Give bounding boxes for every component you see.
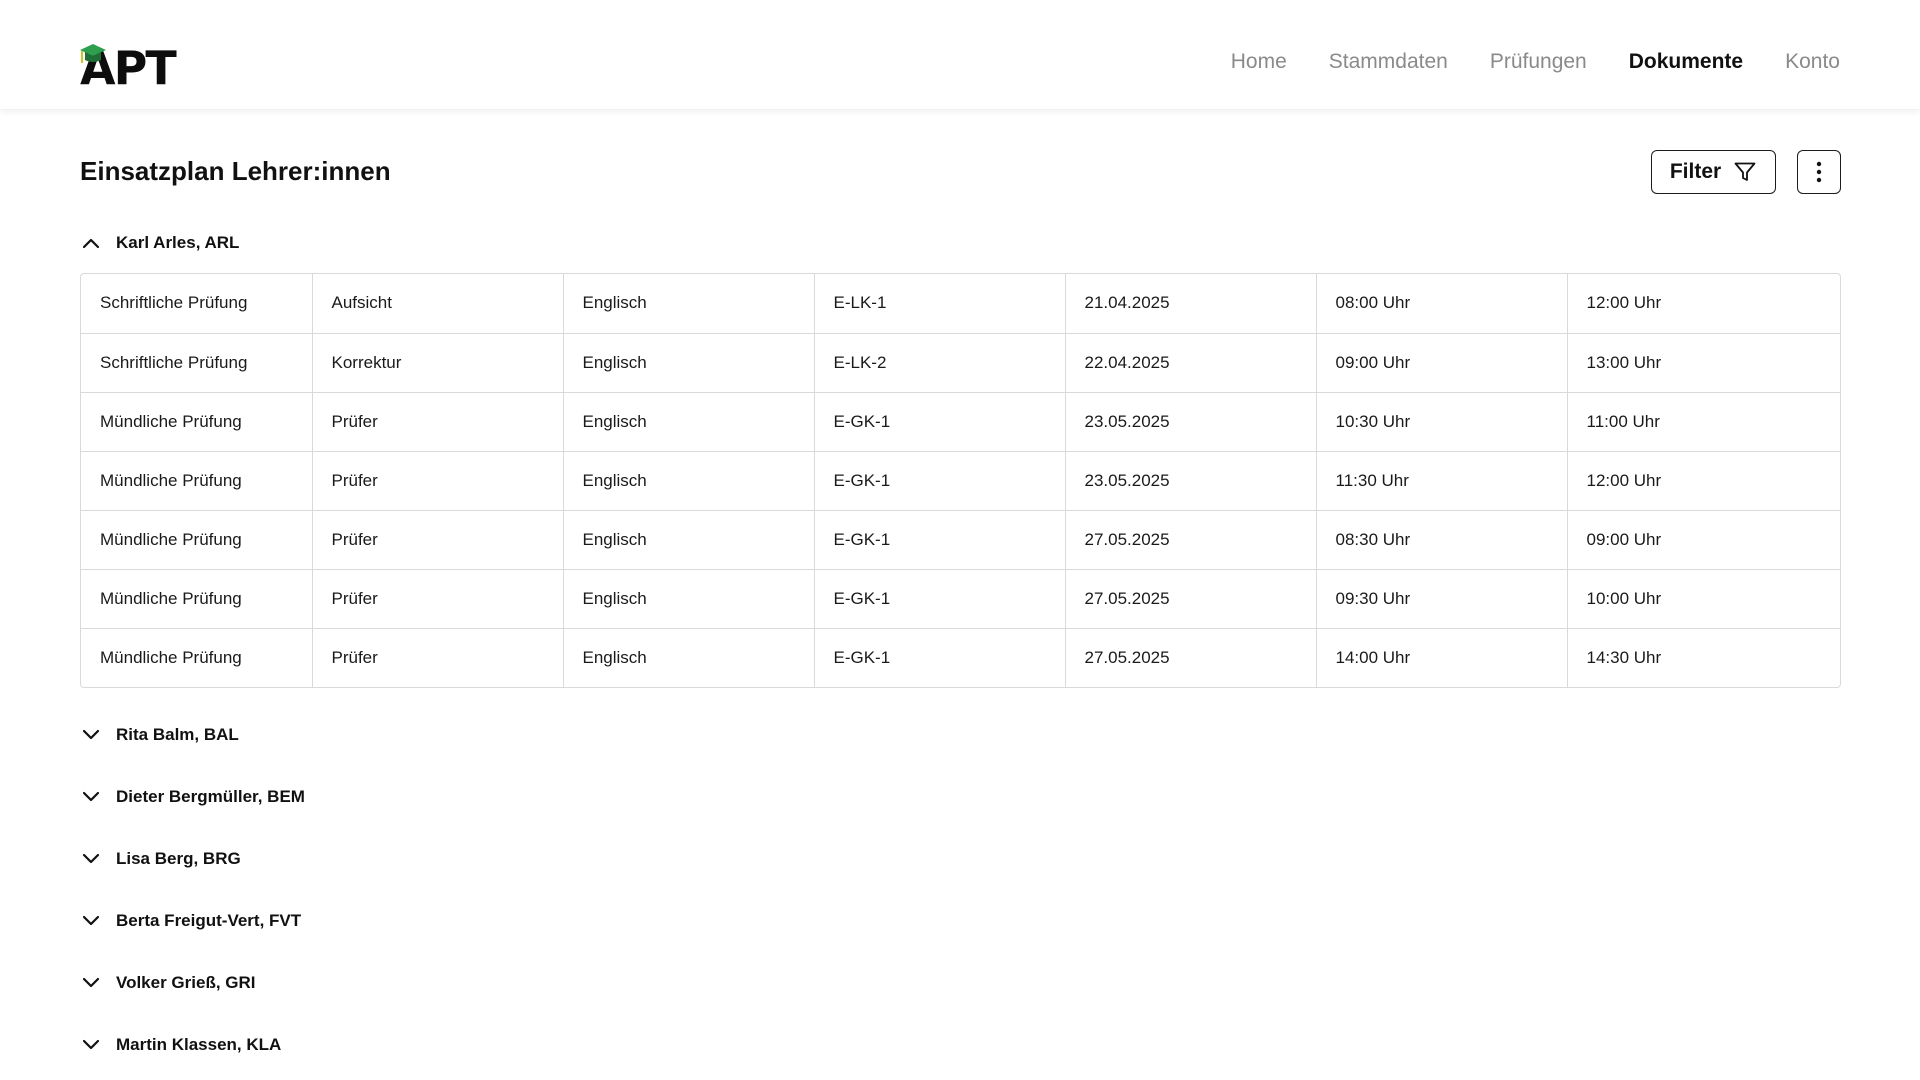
cell-exam-type: Schriftliche Prüfung [81, 333, 313, 393]
assignment-table: Schriftliche Prüfung Aufsicht Englisch E… [80, 273, 1841, 688]
group-label: Karl Arles, ARL [116, 233, 240, 252]
cell-date: 22.04.2025 [1065, 333, 1317, 393]
cell-role: Aufsicht [312, 274, 564, 334]
chevron-down-icon [80, 910, 102, 932]
cell-course: E-GK-1 [814, 569, 1066, 629]
group-header[interactable]: Dieter Bergmüller, BEM [80, 782, 305, 812]
more-vertical-icon [1816, 161, 1822, 183]
cell-subject: Englisch [563, 628, 815, 687]
app-header: APT Home Stammdaten Prüfungen Dokumente … [0, 0, 1920, 110]
cell-subject: Englisch [563, 274, 815, 334]
cell-subject: Englisch [563, 451, 815, 511]
table-row[interactable]: Mündliche Prüfung Prüfer Englisch E-GK-1… [81, 510, 1840, 570]
table-row[interactable]: Mündliche Prüfung Prüfer Englisch E-GK-1… [81, 451, 1840, 511]
cell-subject: Englisch [563, 569, 815, 629]
cell-course: E-GK-1 [814, 628, 1066, 687]
cell-start-time: 10:30 Uhr [1316, 392, 1568, 452]
cell-role: Prüfer [312, 392, 564, 452]
cell-end-time: 09:00 Uhr [1567, 510, 1840, 570]
cell-role: Korrektur [312, 333, 564, 393]
table-row[interactable]: Schriftliche Prüfung Aufsicht Englisch E… [81, 274, 1840, 334]
group-header[interactable]: Karl Arles, ARL [80, 228, 239, 258]
cell-date: 23.05.2025 [1065, 451, 1317, 511]
cell-exam-type: Mündliche Prüfung [81, 628, 313, 687]
main-nav: Home Stammdaten Prüfungen Dokumente Kont… [1231, 50, 1840, 74]
cell-course: E-GK-1 [814, 510, 1066, 570]
group-label: Lisa Berg, BRG [116, 849, 241, 868]
cell-exam-type: Mündliche Prüfung [81, 451, 313, 511]
cell-subject: Englisch [563, 510, 815, 570]
filter-button[interactable]: Filter [1651, 150, 1776, 194]
nav-home[interactable]: Home [1231, 50, 1287, 74]
cell-end-time: 14:30 Uhr [1586, 647, 1662, 667]
chevron-down-icon [80, 1034, 102, 1056]
chevron-down-icon [80, 786, 102, 808]
table-row[interactable]: Mündliche Prüfung Prüfer Englisch E-GK-1… [81, 628, 1840, 687]
filter-icon [1734, 162, 1756, 181]
chevron-down-icon [80, 724, 102, 746]
nav-stammdaten[interactable]: Stammdaten [1329, 50, 1448, 74]
cell-start-time: 14:00 Uhr [1316, 628, 1568, 687]
cell-subject: Englisch [563, 333, 815, 393]
chevron-up-icon [80, 232, 102, 254]
group-header[interactable]: Rita Balm, BAL [80, 720, 239, 750]
cell-end-time: 12:00 Uhr [1567, 274, 1840, 334]
cell-exam-type: Schriftliche Prüfung [81, 274, 313, 334]
group-label: Rita Balm, BAL [116, 725, 239, 744]
cell-exam-type: Mündliche Prüfung [81, 392, 313, 452]
group-header[interactable]: Martin Klassen, KLA [80, 1030, 281, 1060]
cell-date: 27.05.2025 [1065, 510, 1317, 570]
cell-start-time: 09:30 Uhr [1316, 569, 1568, 629]
group-label: Martin Klassen, KLA [116, 1035, 282, 1054]
cell-role: Prüfer [312, 451, 564, 511]
cell-end-time: 13:00 Uhr [1567, 333, 1840, 393]
cell-course: E-LK-1 [814, 274, 1066, 334]
cell-start-time: 08:30 Uhr [1316, 510, 1568, 570]
filter-button-label: Filter [1669, 160, 1722, 183]
table-row[interactable]: Mündliche Prüfung Prüfer Englisch E-GK-1… [81, 392, 1840, 452]
chevron-down-icon [80, 972, 102, 994]
cell-exam-type: Mündliche Prüfung [81, 569, 313, 629]
cell-date: 27.05.2025 [1065, 569, 1317, 629]
group-label: Dieter Bergmüller, BEM [116, 787, 305, 806]
cell-start-time: 09:00 Uhr [1316, 333, 1568, 393]
cell-role: Prüfer [312, 569, 564, 629]
app-logo[interactable]: APT [80, 44, 177, 92]
group-header[interactable]: Lisa Berg, BRG [80, 844, 241, 874]
table-row[interactable]: Schriftliche Prüfung Korrektur Englisch … [81, 333, 1840, 393]
cell-date: 23.05.2025 [1065, 392, 1317, 452]
more-options-button[interactable] [1797, 150, 1841, 194]
cell-course: E-GK-1 [814, 392, 1066, 452]
cell-role: Prüfer [312, 628, 564, 687]
cell-end-time: 12:00 Uhr [1567, 451, 1840, 511]
group-label: Berta Freigut-Vert, FVT [116, 911, 302, 930]
cell-course: E-GK-1 [814, 451, 1066, 511]
cell-start-time: 11:30 Uhr [1316, 451, 1568, 511]
cell-start-time: 08:00 Uhr [1316, 274, 1568, 334]
graduation-cap-icon [80, 44, 106, 63]
nav-dokumente[interactable]: Dokumente [1629, 50, 1743, 74]
nav-konto[interactable]: Konto [1785, 50, 1840, 74]
cell-date: 27.05.2025 [1065, 628, 1317, 687]
page-title: Einsatzplan Lehrer:innen [80, 156, 391, 186]
chevron-down-icon [80, 848, 102, 870]
cell-date: 21.04.2025 [1065, 274, 1317, 334]
cell-role: Prüfer [312, 510, 564, 570]
group-header[interactable]: Volker Grieß, GRI [80, 968, 256, 998]
table-row[interactable]: Mündliche Prüfung Prüfer Englisch E-GK-1… [81, 569, 1840, 629]
cell-subject: Englisch [563, 392, 815, 452]
cell-end-time: 10:00 Uhr [1567, 569, 1840, 629]
cell-end-time: 11:00 Uhr [1567, 392, 1840, 452]
cell-course: E-LK-2 [814, 333, 1066, 393]
group-label: Volker Grieß, GRI [116, 973, 256, 992]
group-header[interactable]: Berta Freigut-Vert, FVT [80, 906, 301, 936]
cell-exam-type: Mündliche Prüfung [81, 510, 313, 570]
nav-pruefungen[interactable]: Prüfungen [1490, 50, 1587, 74]
